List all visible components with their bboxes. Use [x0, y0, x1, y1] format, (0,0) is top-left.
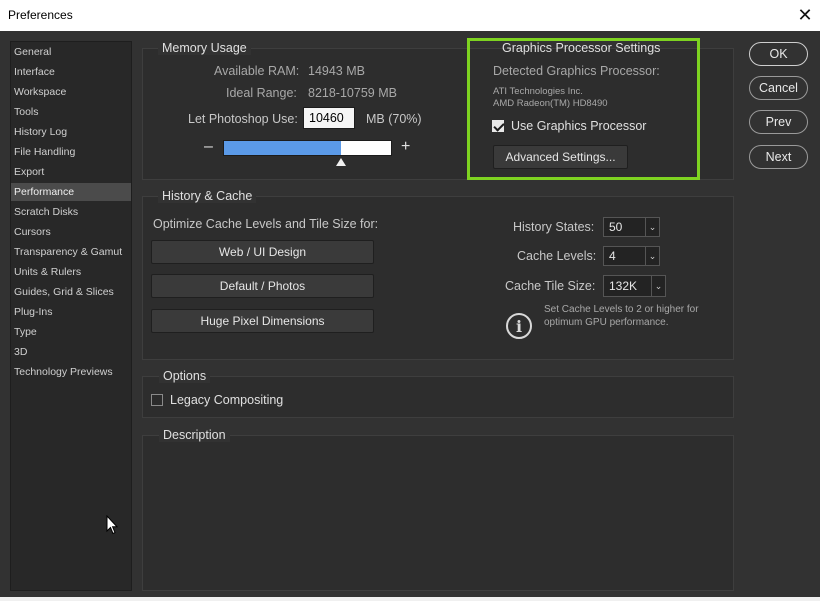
cache-levels-select[interactable]: 4 ⌄ [603, 246, 660, 266]
sidebar-item-interface[interactable]: Interface [11, 63, 131, 81]
sidebar-item-performance[interactable]: Performance [11, 183, 131, 201]
sidebar-item-technology-previews[interactable]: Technology Previews [11, 363, 131, 381]
huge-pixel-dimensions-button[interactable]: Huge Pixel Dimensions [151, 309, 374, 333]
sidebar-item-file-handling[interactable]: File Handling [11, 143, 131, 161]
options-title: Options [159, 369, 211, 383]
web-ui-design-button[interactable]: Web / UI Design [151, 240, 374, 264]
legacy-compositing-checkbox[interactable] [151, 394, 163, 406]
sidebar-item-type[interactable]: Type [11, 323, 131, 341]
memory-slider-track[interactable] [223, 140, 392, 156]
sidebar-item-plug-ins[interactable]: Plug-Ins [11, 303, 131, 321]
ideal-range-label: Ideal Range: [226, 86, 297, 100]
history-states-value: 50 [609, 220, 623, 234]
description-title: Description [159, 428, 230, 442]
ideal-range-value: 8218-10759 MB [308, 86, 397, 100]
history-states-label: History States: [513, 220, 595, 234]
memory-amount-input[interactable]: 10460 [303, 107, 355, 129]
sidebar-item-export[interactable]: Export [11, 163, 131, 181]
cache-tile-size-select[interactable]: 132K ⌄ [603, 275, 666, 297]
ok-button[interactable]: OK [749, 42, 808, 66]
info-text-line1: Set Cache Levels to 2 or higher for [544, 304, 699, 315]
next-button[interactable]: Next [749, 145, 808, 169]
available-ram-value: 14943 MB [308, 64, 365, 78]
memory-usage-title: Memory Usage [158, 41, 251, 55]
legacy-compositing-label: Legacy Compositing [170, 393, 284, 407]
sidebar-item-cursors[interactable]: Cursors [11, 223, 131, 241]
default-photos-button[interactable]: Default / Photos [151, 274, 374, 298]
decrease-memory-button[interactable]: – [204, 138, 213, 156]
memory-slider-thumb[interactable] [336, 158, 346, 166]
sidebar-item-scratch-disks[interactable]: Scratch Disks [11, 203, 131, 221]
category-sidebar: General Interface Workspace Tools Histor… [10, 41, 132, 591]
sidebar-item-general[interactable]: General [11, 43, 131, 61]
memory-slider-fill [224, 141, 341, 155]
info-text-line2: optimum GPU performance. [544, 317, 669, 328]
chevron-down-icon: ⌄ [645, 247, 659, 265]
cancel-button[interactable]: Cancel [749, 76, 808, 100]
sidebar-item-tools[interactable]: Tools [11, 103, 131, 121]
gpu-highlight-frame [467, 38, 700, 180]
cache-tile-size-value: 132K [609, 279, 638, 293]
cache-levels-value: 4 [609, 249, 616, 263]
increase-memory-button[interactable]: + [401, 138, 410, 156]
cache-levels-label: Cache Levels: [517, 249, 597, 263]
bottom-edge [0, 597, 820, 601]
description-group [142, 435, 734, 591]
sidebar-item-guides-grid-slices[interactable]: Guides, Grid & Slices [11, 283, 131, 301]
let-photoshop-use-label: Let Photoshop Use: [188, 112, 298, 126]
history-states-select[interactable]: 50 ⌄ [603, 217, 660, 237]
chevron-down-icon: ⌄ [645, 218, 659, 236]
info-icon: i [506, 313, 532, 339]
memory-unit-label: MB (70%) [366, 112, 422, 126]
chevron-down-icon: ⌄ [651, 276, 665, 296]
history-cache-title: History & Cache [158, 189, 257, 203]
cache-tile-size-label: Cache Tile Size: [505, 279, 596, 293]
sidebar-item-3d[interactable]: 3D [11, 343, 131, 361]
sidebar-item-workspace[interactable]: Workspace [11, 83, 131, 101]
optimize-label: Optimize Cache Levels and Tile Size for: [153, 217, 379, 231]
sidebar-item-units-rulers[interactable]: Units & Rulers [11, 263, 131, 281]
title-bar: Preferences ✕ [0, 0, 820, 31]
available-ram-label: Available RAM: [214, 64, 300, 78]
prev-button[interactable]: Prev [749, 110, 808, 134]
sidebar-item-history-log[interactable]: History Log [11, 123, 131, 141]
window-title: Preferences [8, 8, 73, 22]
close-icon[interactable]: ✕ [790, 0, 820, 31]
mouse-cursor-icon [106, 515, 118, 535]
sidebar-item-transparency-gamut[interactable]: Transparency & Gamut [11, 243, 131, 261]
